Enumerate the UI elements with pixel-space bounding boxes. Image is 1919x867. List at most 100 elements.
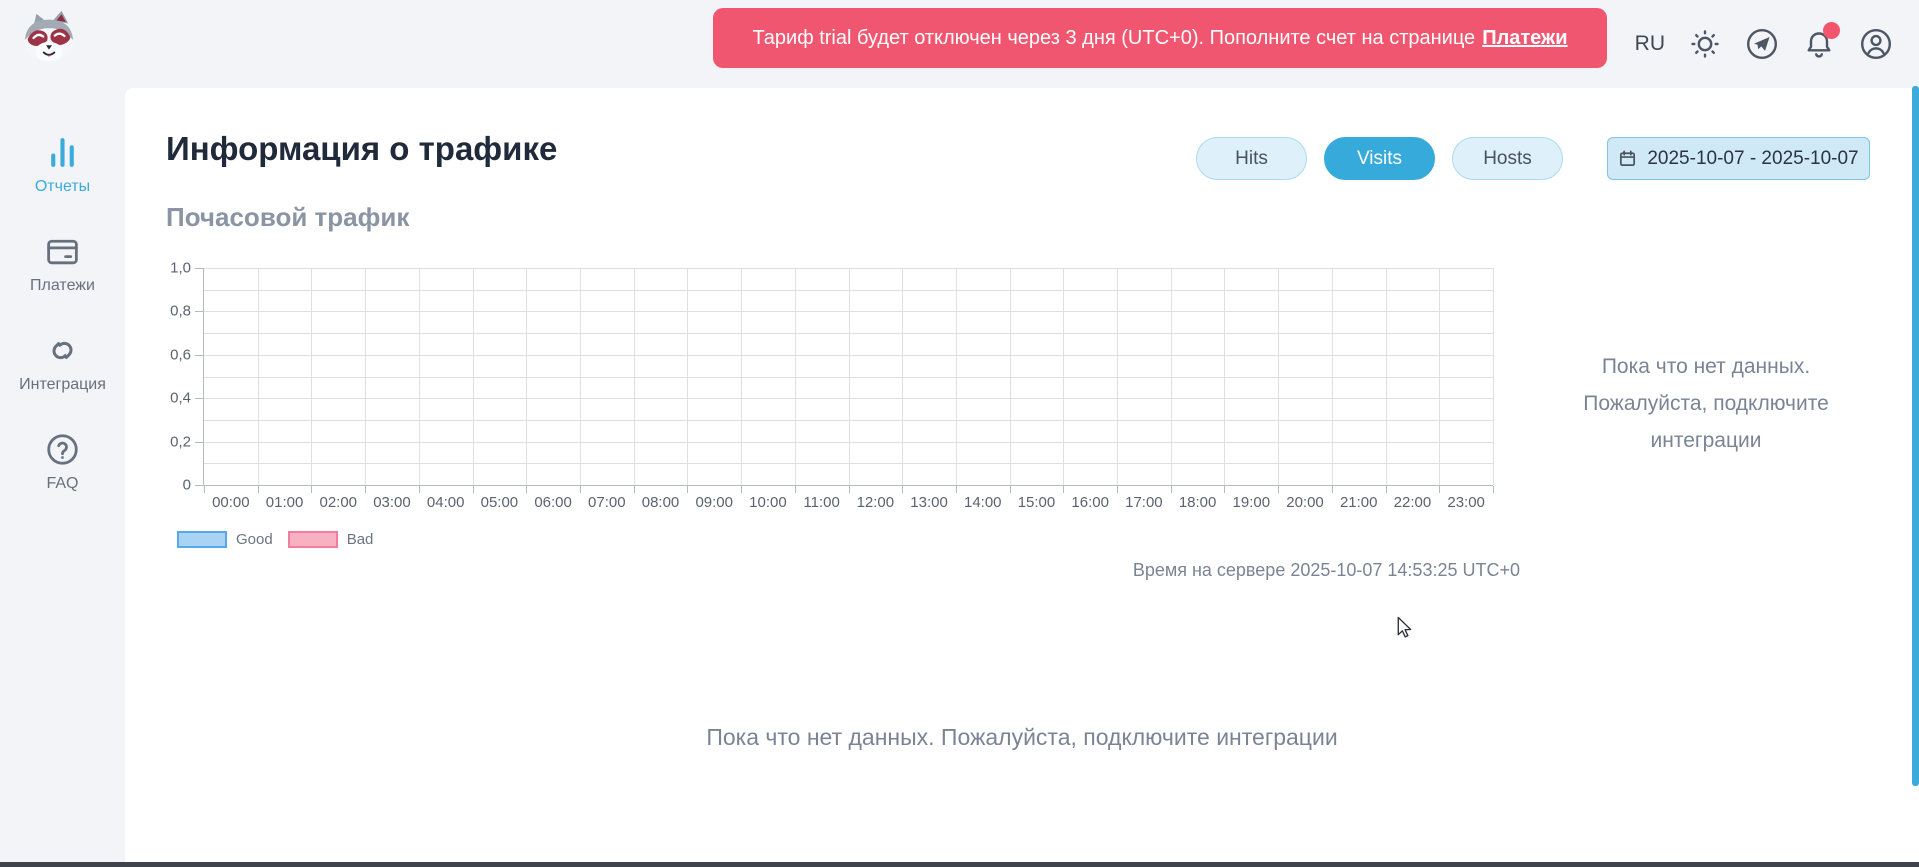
banner-payments-link[interactable]: Платежи bbox=[1482, 27, 1567, 50]
metric-tabs: Hits Visits Hosts bbox=[1196, 137, 1563, 180]
sidebar-item-integration[interactable]: Интеграция bbox=[19, 332, 106, 394]
legend-item-good[interactable]: Good bbox=[177, 531, 273, 548]
x-axis-label: 18:00 bbox=[1179, 494, 1217, 511]
y-axis-tick bbox=[195, 355, 203, 356]
legend-label: Bad bbox=[347, 531, 374, 548]
x-axis-label: 07:00 bbox=[588, 494, 626, 511]
sidebar-item-label: Платежи bbox=[30, 277, 95, 295]
gridline-horizontal bbox=[204, 333, 1493, 334]
x-axis-tick bbox=[956, 486, 957, 493]
x-axis-tick bbox=[1117, 486, 1118, 493]
chart-no-data-message: Пока что нет данных. Пожалуйста, подключ… bbox=[1556, 348, 1856, 459]
y-axis-tick bbox=[195, 485, 203, 486]
x-axis-label: 06:00 bbox=[534, 494, 572, 511]
credit-card-icon bbox=[44, 233, 81, 270]
table-no-data-message: Пока что нет данных. Пожалуйста, подключ… bbox=[125, 724, 1919, 751]
x-axis-tick bbox=[473, 486, 474, 493]
tab-hits[interactable]: Hits bbox=[1196, 137, 1307, 180]
x-axis-label: 14:00 bbox=[964, 494, 1002, 511]
x-axis-tick bbox=[311, 486, 312, 493]
gridline-horizontal bbox=[204, 290, 1493, 291]
y-axis-label: 0,4 bbox=[170, 390, 191, 407]
x-axis-tick bbox=[1439, 486, 1440, 493]
x-axis-label: 05:00 bbox=[481, 494, 519, 511]
x-axis-label: 19:00 bbox=[1233, 494, 1271, 511]
banner-message: Тариф trial будет отключен через 3 дня (… bbox=[752, 27, 1475, 50]
x-axis-tick bbox=[902, 486, 903, 493]
x-axis-label: 10:00 bbox=[749, 494, 787, 511]
x-axis-tick bbox=[580, 486, 581, 493]
x-axis-tick bbox=[419, 486, 420, 493]
gridline-horizontal bbox=[204, 377, 1493, 378]
x-axis-tick bbox=[258, 486, 259, 493]
x-axis-label: 01:00 bbox=[266, 494, 304, 511]
gridline-horizontal bbox=[204, 355, 1493, 356]
account-icon[interactable] bbox=[1859, 27, 1893, 61]
y-axis-tick bbox=[195, 442, 203, 443]
x-axis-tick bbox=[1386, 486, 1387, 493]
x-axis-label: 00:00 bbox=[212, 494, 250, 511]
x-axis-tick bbox=[1224, 486, 1225, 493]
sidebar-item-faq[interactable]: FAQ bbox=[44, 431, 81, 493]
calendar-icon bbox=[1618, 149, 1637, 168]
vertical-scrollbar[interactable] bbox=[1912, 86, 1919, 786]
header: Тариф trial будет отключен через 3 дня (… bbox=[0, 0, 1919, 88]
date-range-picker[interactable]: 2025-10-07 - 2025-10-07 bbox=[1607, 137, 1870, 180]
gridline-horizontal bbox=[204, 442, 1493, 443]
notification-badge bbox=[1823, 22, 1840, 39]
language-selector[interactable]: RU bbox=[1635, 32, 1665, 56]
x-axis-tick bbox=[687, 486, 688, 493]
gridline-horizontal bbox=[204, 463, 1493, 464]
x-axis-label: 23:00 bbox=[1447, 494, 1485, 511]
x-axis-label: 12:00 bbox=[857, 494, 895, 511]
y-axis-label: 0,2 bbox=[170, 433, 191, 450]
x-axis-tick bbox=[526, 486, 527, 493]
window-bottom-edge bbox=[0, 862, 1919, 867]
x-axis-tick bbox=[1171, 486, 1172, 493]
x-axis-label: 02:00 bbox=[319, 494, 357, 511]
x-axis-label: 03:00 bbox=[373, 494, 411, 511]
x-axis-tick bbox=[741, 486, 742, 493]
y-axis-label: 0,8 bbox=[170, 303, 191, 320]
raccoon-logo[interactable] bbox=[20, 9, 78, 65]
tab-hosts[interactable]: Hosts bbox=[1452, 137, 1563, 180]
y-axis-label: 1,0 bbox=[170, 260, 191, 277]
date-range-value: 2025-10-07 - 2025-10-07 bbox=[1647, 148, 1858, 170]
x-axis-label: 22:00 bbox=[1394, 494, 1432, 511]
sidebar-item-reports[interactable]: Отчеты bbox=[35, 134, 90, 196]
legend-label: Good bbox=[236, 531, 273, 548]
sidebar-item-payments[interactable]: Платежи bbox=[30, 233, 95, 295]
x-axis-tick bbox=[1063, 486, 1064, 493]
link-icon bbox=[44, 332, 81, 369]
theme-toggle-sun-icon[interactable] bbox=[1688, 27, 1722, 61]
server-time: Время на сервере 2025-10-07 14:53:25 UTC… bbox=[1133, 560, 1520, 581]
notifications-bell-icon[interactable] bbox=[1802, 27, 1836, 61]
header-actions: RU bbox=[1635, 0, 1893, 88]
y-axis-tick bbox=[195, 268, 203, 269]
sidebar-item-label: Отчеты bbox=[35, 178, 90, 196]
y-axis-label: 0,6 bbox=[170, 346, 191, 363]
x-axis-label: 16:00 bbox=[1071, 494, 1109, 511]
tab-visits[interactable]: Visits bbox=[1324, 137, 1435, 180]
main-content: Информация о трафике Hits Visits Hosts 202… bbox=[125, 88, 1919, 862]
section-title: Почасовой трафик bbox=[166, 202, 409, 233]
x-axis-label: 15:00 bbox=[1018, 494, 1056, 511]
gridline-horizontal bbox=[204, 311, 1493, 312]
gridline-horizontal bbox=[204, 268, 1493, 269]
x-axis-tick bbox=[849, 486, 850, 493]
x-axis-tick bbox=[1493, 486, 1494, 493]
telegram-icon[interactable] bbox=[1745, 27, 1779, 61]
chart-legend: Good Bad bbox=[177, 531, 373, 548]
x-axis-tick bbox=[1278, 486, 1279, 493]
trial-warning-banner: Тариф trial будет отключен через 3 дня (… bbox=[713, 8, 1607, 68]
gridline-vertical bbox=[1493, 268, 1494, 485]
page-title: Информация о трафике bbox=[166, 130, 557, 168]
x-axis-label: 17:00 bbox=[1125, 494, 1163, 511]
x-axis-label: 21:00 bbox=[1340, 494, 1378, 511]
x-axis-label: 08:00 bbox=[642, 494, 680, 511]
sidebar-item-label: FAQ bbox=[46, 475, 78, 493]
x-axis-tick bbox=[1332, 486, 1333, 493]
x-axis-label: 04:00 bbox=[427, 494, 465, 511]
legend-item-bad[interactable]: Bad bbox=[288, 531, 374, 548]
x-axis-tick bbox=[365, 486, 366, 493]
